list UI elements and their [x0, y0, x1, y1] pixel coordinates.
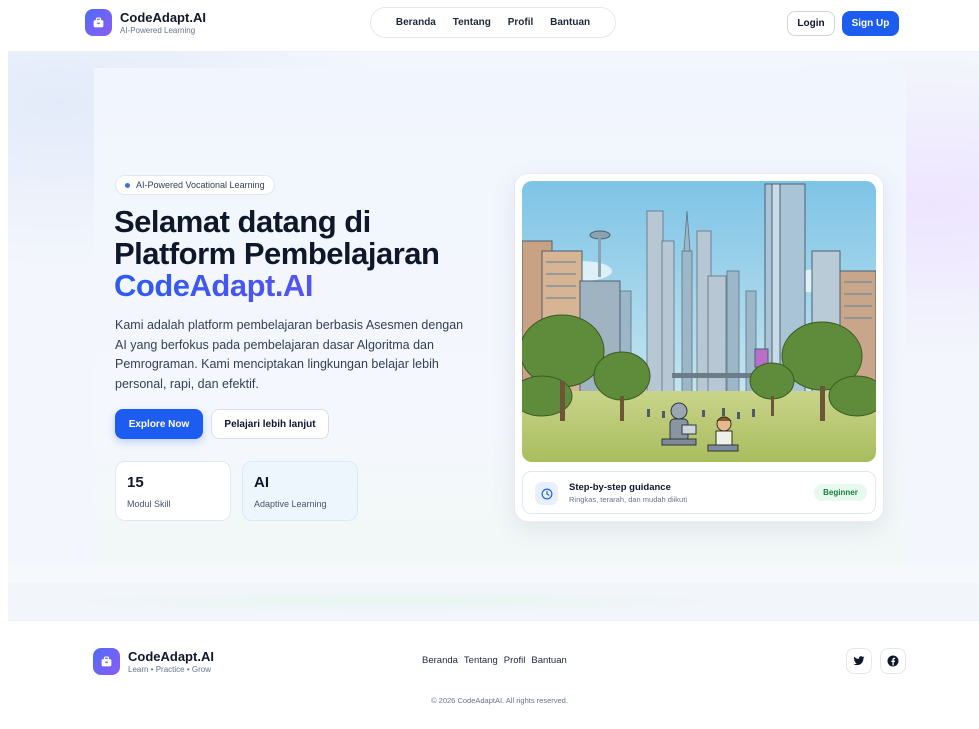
hero-description: Kami adalah platform pembelajaran berbas…	[115, 318, 464, 391]
brand-tagline: AI-Powered Learning	[120, 25, 196, 35]
footer-brand-name: CodeAdapt.AI	[128, 648, 214, 664]
explore-now-button[interactable]: Explore Now	[115, 409, 203, 439]
facebook-icon[interactable]	[880, 648, 906, 674]
stat-card-adaptive: AI Adaptive Learning	[242, 461, 358, 521]
level-badge: Beginner	[814, 484, 867, 501]
header-brand[interactable]: CodeAdapt.AI AI-Powered Learning	[85, 9, 206, 36]
footer-link-beranda[interactable]: Beranda	[422, 655, 458, 666]
footer-link-tentang[interactable]: Tentang	[464, 655, 498, 666]
hero-title-line1: Selamat datang di	[114, 204, 371, 239]
twitter-icon[interactable]	[846, 648, 872, 674]
hero-title-line2: Platform Pembelajaran	[114, 236, 440, 271]
city-illustration	[522, 181, 876, 462]
clock-icon	[535, 482, 558, 505]
main-nav: Beranda Tentang Profil Bantuan	[370, 7, 616, 38]
copyright-text: © 2026 CodeAdaptAI. All rights reserved.	[0, 696, 979, 705]
stat-label: Adaptive Learning	[254, 499, 327, 509]
hero-badge-text: AI-Powered Vocational Learning	[136, 180, 265, 190]
footer-nav: Beranda Tentang Profil Bantuan	[422, 655, 567, 666]
badge-dot-icon	[125, 183, 130, 188]
guidance-subtitle: Ringkas, terarah, dan mudah diikuti	[569, 495, 687, 504]
footer-brand[interactable]: CodeAdapt.AI Learn • Practice • Grow	[93, 648, 214, 675]
stat-value: AI	[254, 474, 269, 491]
stat-card-modules: 15 Modul Skill	[115, 461, 231, 521]
hero-title-accent: CodeAdapt.AI	[114, 270, 494, 302]
guidance-card: Step-by-step guidance Ringkas, terarah, …	[522, 471, 876, 514]
brand-name: CodeAdapt.AI	[120, 9, 206, 25]
city-scene-image	[522, 181, 876, 462]
copyright-label: © 2026 CodeAdaptAI. All rights reserved.	[431, 696, 568, 705]
nav-link-tentang[interactable]: Tentang	[453, 17, 491, 28]
hero-title: Selamat datang di Platform Pembelajaran …	[114, 206, 494, 302]
section-divider-band	[8, 583, 979, 620]
login-button[interactable]: Login	[787, 11, 835, 36]
guidance-title: Step-by-step guidance	[569, 482, 671, 493]
footer-link-profil[interactable]: Profil	[504, 655, 526, 666]
hero-badge: AI-Powered Vocational Learning	[115, 175, 275, 195]
signup-button[interactable]: Sign Up	[842, 11, 899, 36]
footer-link-bantuan[interactable]: Bantuan	[531, 655, 566, 666]
nav-link-profil[interactable]: Profil	[508, 17, 534, 28]
nav-link-bantuan[interactable]: Bantuan	[550, 17, 590, 28]
brand-logo-icon	[85, 9, 112, 36]
learn-more-button[interactable]: Pelajari lebih lanjut	[211, 409, 329, 439]
brand-logo-icon	[93, 648, 120, 675]
nav-link-beranda[interactable]: Beranda	[396, 17, 436, 28]
stat-label: Modul Skill	[127, 499, 171, 509]
footer-brand-tagline: Learn • Practice • Grow	[128, 664, 211, 674]
stat-value: 15	[127, 474, 144, 491]
